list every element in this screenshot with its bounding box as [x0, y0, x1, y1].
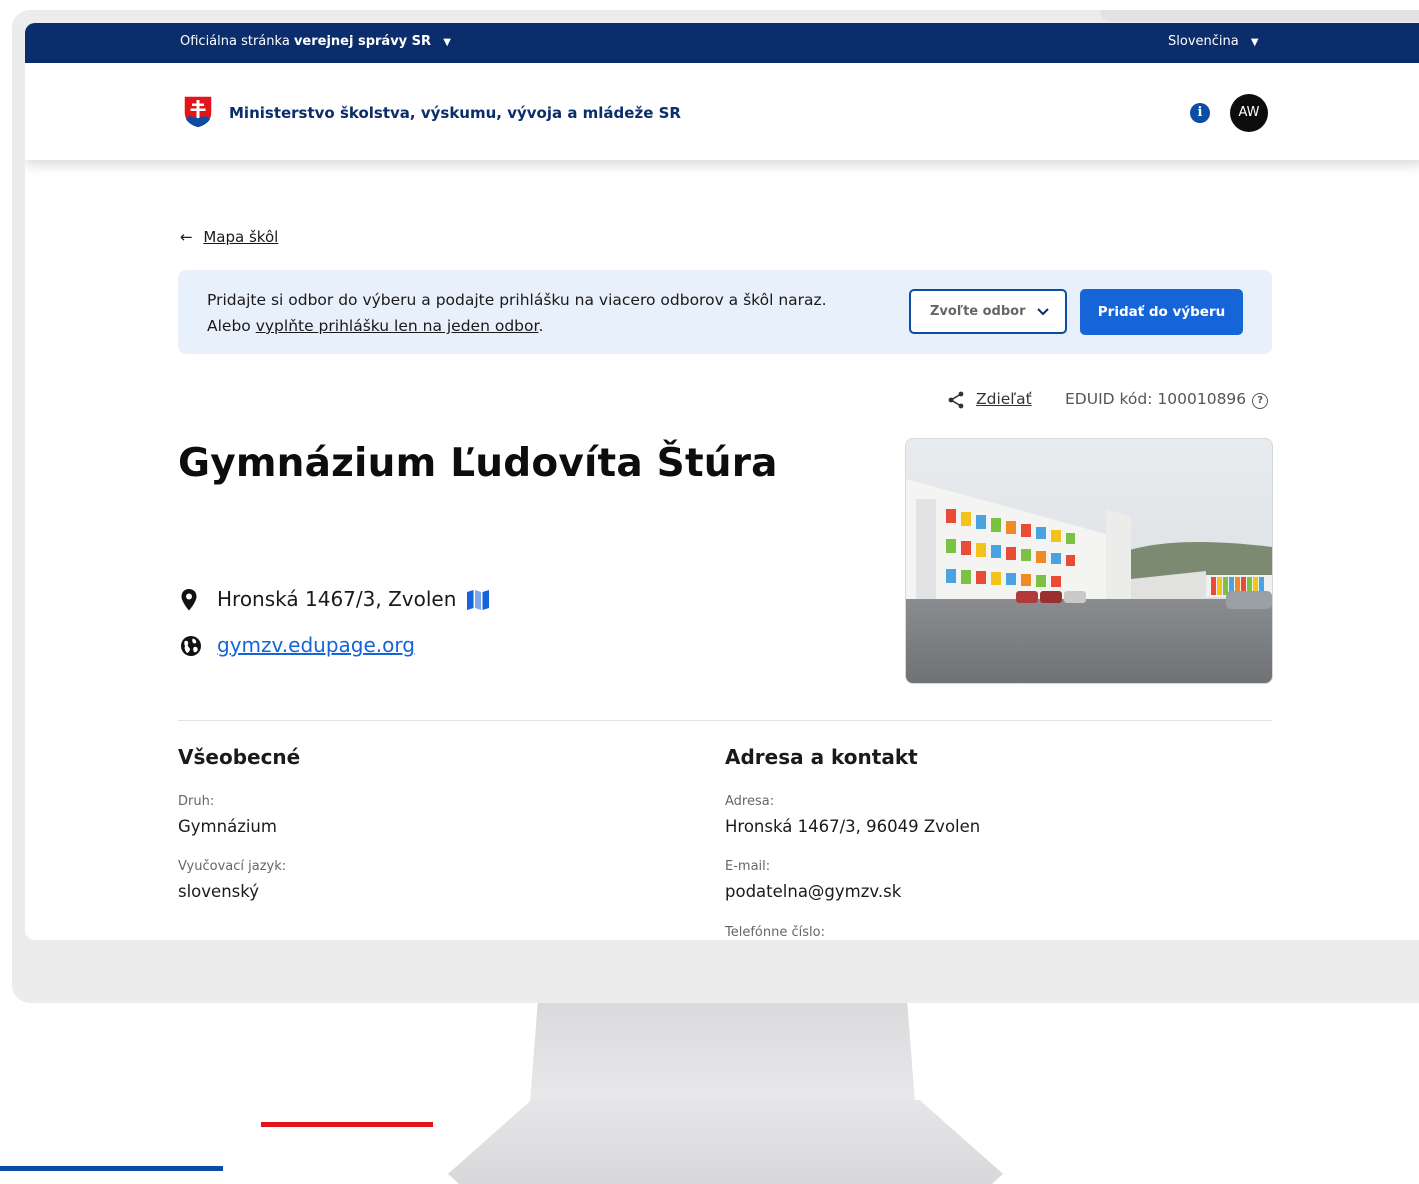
globe-icon [181, 636, 201, 656]
ministry-name[interactable]: Ministerstvo školstva, výskumu, vývoja a… [229, 104, 681, 122]
arrow-left-icon: ← [180, 228, 193, 246]
field-select-dropdown[interactable]: Zvoľte odbor [909, 289, 1067, 334]
eduid-code: EDUID kód: 100010896? [1065, 390, 1269, 409]
banner-line-2-prefix: Alebo [207, 317, 256, 335]
type-value: Gymnázium [178, 817, 277, 836]
official-site-toggle[interactable]: Oficiálna stránka verejnej správy SR ▼ [180, 34, 451, 49]
site-header: Ministerstvo školstva, výskumu, vývoja a… [25, 63, 1419, 160]
banner-text: Pridajte si odbor do výberu a podajte pr… [207, 287, 827, 339]
back-link[interactable]: Mapa škôl [203, 228, 278, 246]
school-photo [905, 438, 1273, 684]
slovak-crest-icon[interactable] [183, 95, 213, 129]
phone-label: Telefónne číslo: [725, 925, 825, 940]
address-value: Hronská 1467/3, 96049 Zvolen [725, 817, 981, 836]
monitor-stand-base [448, 1100, 1003, 1184]
teaching-language-value: slovenský [178, 882, 259, 901]
application-banner: Pridajte si odbor do výberu a podajte pr… [178, 270, 1272, 354]
official-prefix: Oficiálna stránka [180, 34, 290, 49]
school-name: Gymnázium Ľudovíta Štúra [178, 441, 778, 486]
language-selector[interactable]: Slovenčina ▼ [1168, 34, 1259, 49]
help-circle-icon[interactable]: ? [1252, 393, 1269, 409]
general-heading: Všeobecné [178, 745, 301, 769]
banner-line-2: Alebo vyplňte prihlášku len na jeden odb… [207, 313, 827, 339]
school-building-image [906, 439, 1272, 683]
chevron-down-icon: ▼ [1250, 37, 1259, 48]
banner-line-1: Pridajte si odbor do výberu a podajte pr… [207, 291, 827, 309]
chevron-down-icon: ▼ [443, 37, 451, 48]
chevron-down-icon [1037, 308, 1049, 316]
single-application-link[interactable]: vyplňte prihlášku len na jeden odbor [256, 317, 539, 335]
location-pin-icon [181, 589, 197, 611]
section-divider [178, 720, 1272, 721]
user-avatar[interactable]: AW [1230, 94, 1268, 132]
type-label: Druh: [178, 794, 215, 809]
contact-heading: Adresa a kontakt [725, 745, 918, 769]
field-select-label: Zvoľte odbor [930, 304, 1026, 319]
language-label: Slovenčina [1168, 34, 1239, 49]
monitor-reflection [1100, 10, 1419, 22]
address-label: Adresa: [725, 794, 775, 809]
add-to-selection-button[interactable]: Pridať do výberu [1080, 289, 1243, 335]
eduid-text: EDUID kód: 100010896 [1065, 390, 1247, 408]
gov-top-bar: Oficiálna stránka verejnej správy SR ▼ S… [25, 23, 1419, 63]
banner-line-2-suffix: . [538, 317, 544, 335]
breadcrumb-back[interactable]: ← Mapa škôl [180, 228, 278, 246]
monitor-stand-neck [530, 1003, 915, 1103]
monitor-screen: Oficiálna stránka verejnej správy SR ▼ S… [25, 23, 1419, 940]
map-icon[interactable] [466, 589, 490, 611]
teaching-language-label: Vyučovací jazyk: [178, 859, 287, 874]
official-bold: verejnej správy SR [293, 34, 432, 49]
share-label: Zdieľať [976, 390, 1032, 408]
decorative-blue-line [0, 1166, 223, 1171]
email-label: E-mail: [725, 859, 771, 874]
email-value[interactable]: podatelna@gymzv.sk [725, 882, 901, 901]
address-text: Hronská 1467/3, Zvolen [217, 587, 457, 611]
decorative-red-line [261, 1122, 433, 1127]
share-icon [948, 391, 964, 409]
info-icon[interactable]: i [1190, 103, 1210, 123]
website-link[interactable]: gymzv.edupage.org [217, 633, 415, 657]
